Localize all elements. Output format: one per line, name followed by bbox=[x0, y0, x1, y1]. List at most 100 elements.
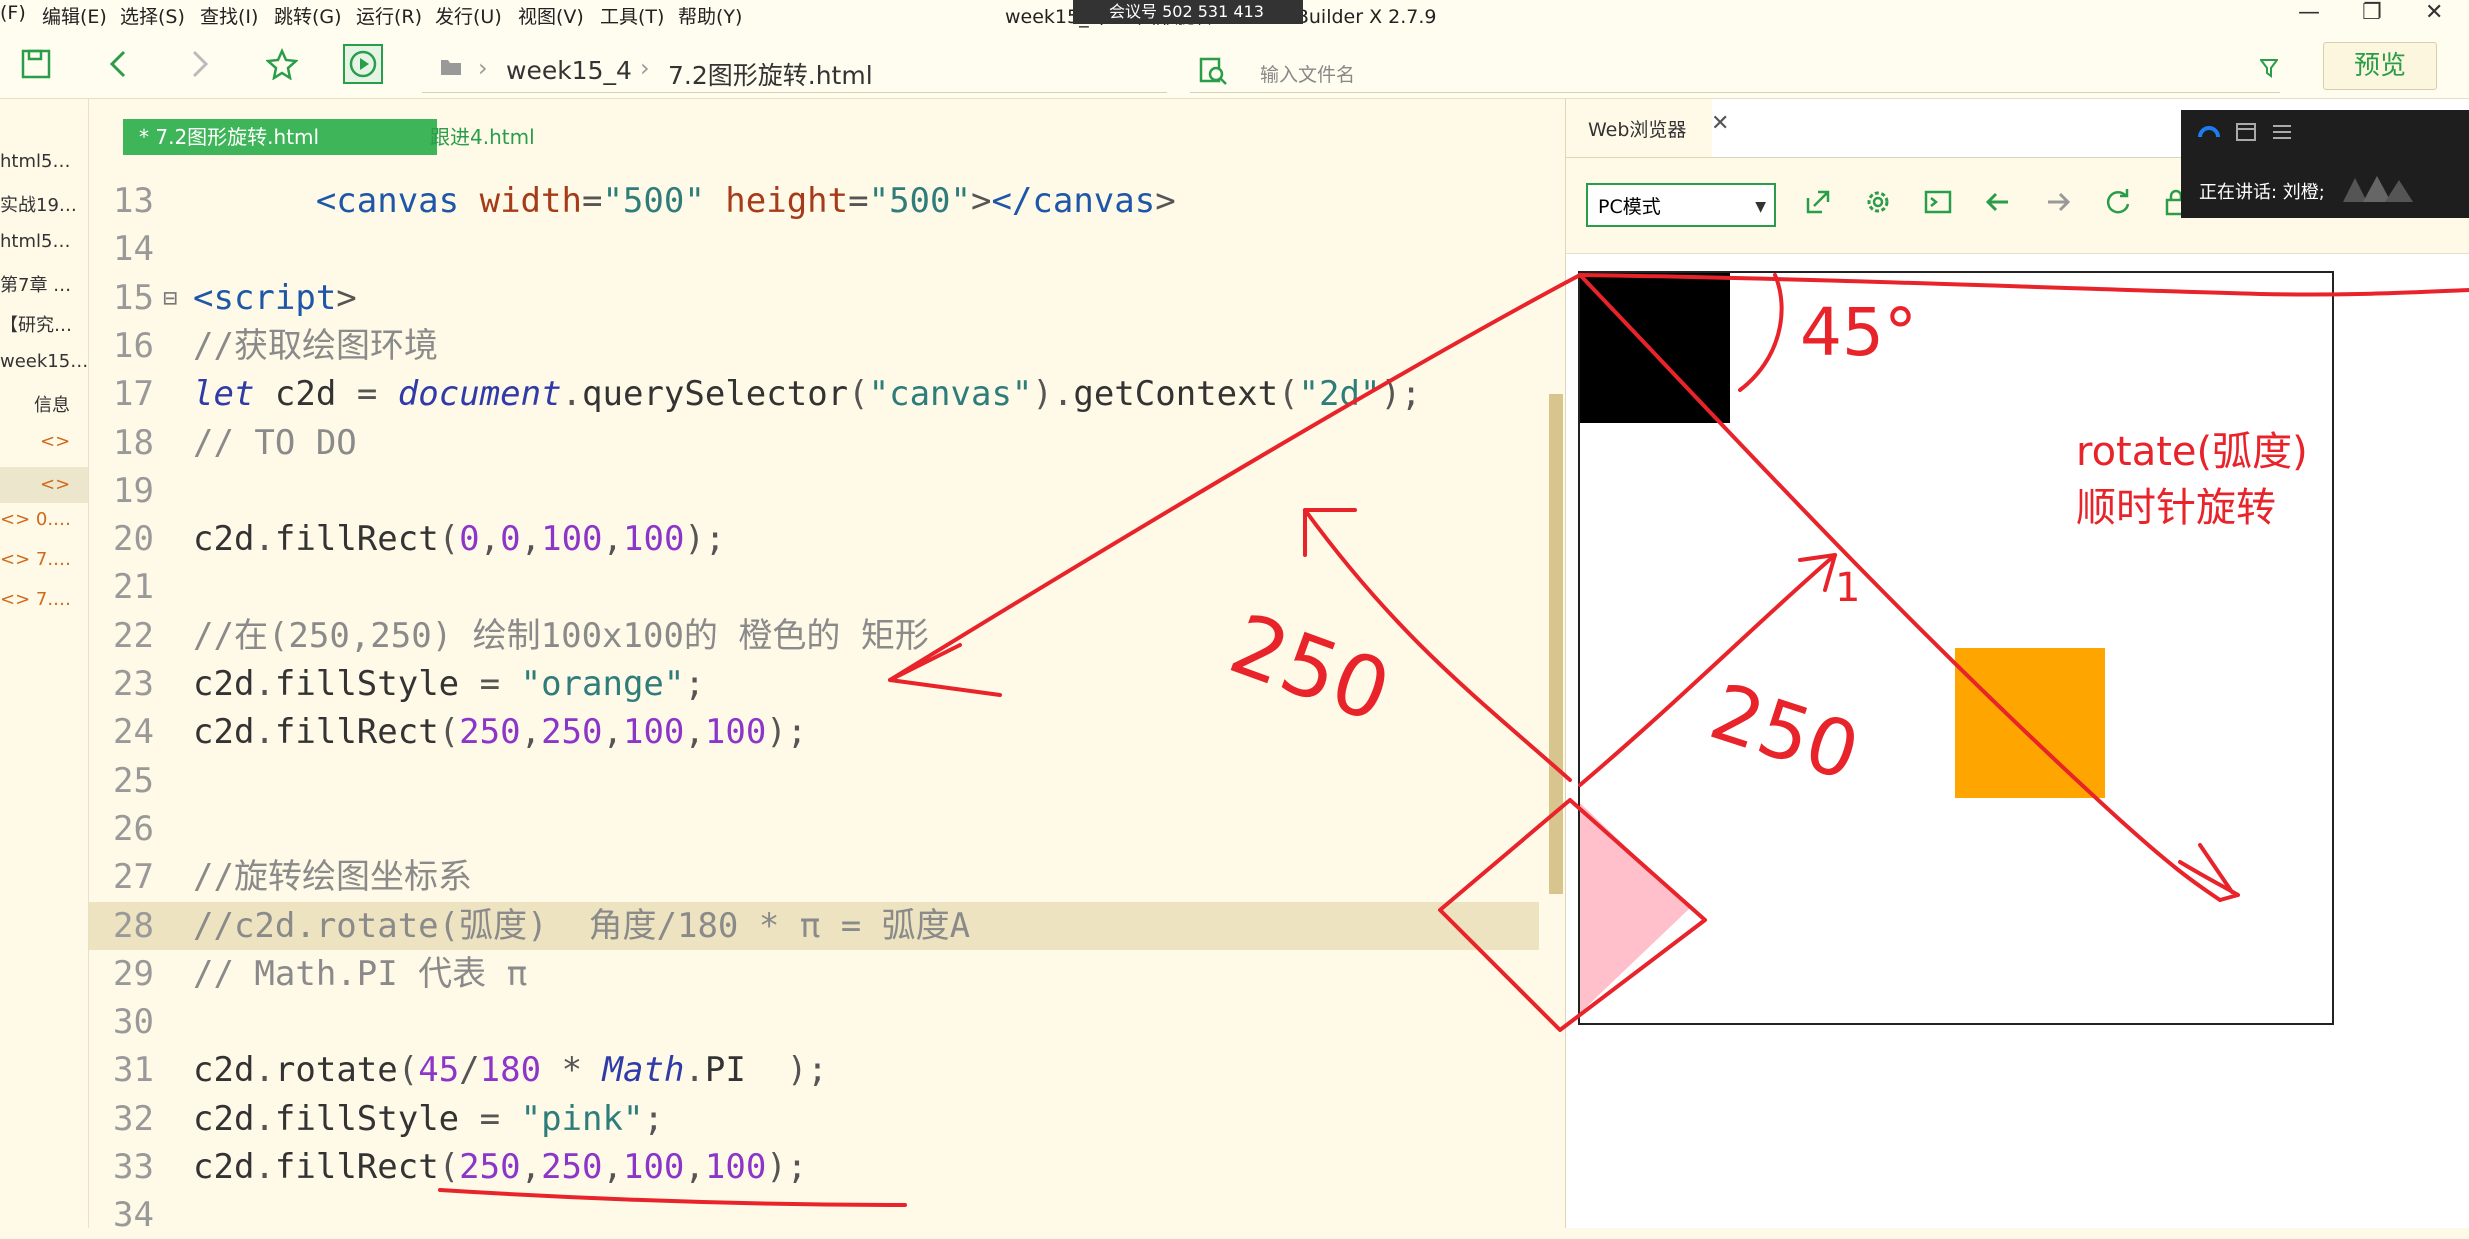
code-line[interactable]: 17 let c2d = document.querySelector("canv… bbox=[89, 370, 1539, 418]
line-number: 34 bbox=[113, 1195, 154, 1236]
tab-7-2-rotate[interactable]: * 7.2图形旋转.html bbox=[123, 119, 437, 155]
tree-item-selected[interactable]: <> bbox=[0, 467, 88, 503]
line-number: 19 bbox=[113, 470, 154, 511]
menu-help[interactable]: 帮助(Y) bbox=[678, 2, 742, 29]
code-line[interactable]: 32 c2d.fillStyle = "pink"; bbox=[89, 1095, 1539, 1143]
back-icon[interactable] bbox=[1984, 188, 2012, 221]
preview-button[interactable]: 预览 bbox=[2323, 42, 2437, 90]
menu-publish[interactable]: 发行(U) bbox=[435, 2, 502, 29]
pink-rect-clipped bbox=[1580, 803, 1690, 1013]
console-icon[interactable] bbox=[1924, 188, 1952, 221]
black-rect bbox=[1580, 273, 1730, 423]
code-line[interactable]: 14 bbox=[89, 225, 1539, 273]
line-number: 18 bbox=[113, 422, 154, 463]
code-line[interactable]: 34 bbox=[89, 1191, 1539, 1239]
code-line[interactable]: 15 ⊟ <script> bbox=[89, 274, 1539, 322]
window-icon[interactable] bbox=[2235, 122, 2257, 146]
code-line[interactable]: 29 // Math.PI 代表 π bbox=[89, 950, 1539, 998]
line-number: 32 bbox=[113, 1098, 154, 1139]
tree-item-file[interactable]: <> 7.… bbox=[0, 589, 71, 610]
tree-item[interactable]: 实战19… bbox=[0, 191, 77, 217]
menu-run[interactable]: 运行(R) bbox=[356, 2, 422, 29]
line-content: <script> bbox=[193, 277, 357, 318]
menu-view[interactable]: 视图(V) bbox=[518, 2, 584, 29]
search-input[interactable]: 输入文件名 bbox=[1260, 60, 1355, 87]
code-line[interactable]: 30 bbox=[89, 998, 1539, 1046]
forward-icon[interactable] bbox=[186, 48, 214, 86]
tree-item-folder[interactable]: 信息 bbox=[34, 391, 70, 417]
line-number: 21 bbox=[113, 567, 154, 608]
code-line[interactable]: 26 bbox=[89, 805, 1539, 853]
menu-tools[interactable]: 工具(T) bbox=[600, 2, 664, 29]
code-line[interactable]: 13 <canvas width="500" height="500"></ca… bbox=[89, 177, 1539, 225]
forward-icon[interactable] bbox=[2044, 188, 2072, 221]
chevron-down-icon: ▼ bbox=[1755, 199, 1766, 215]
code-line[interactable]: 19 bbox=[89, 467, 1539, 515]
line-content: c2d.rotate(45/180 * Math.PI ); bbox=[193, 1050, 828, 1091]
gear-icon[interactable] bbox=[1864, 188, 1892, 221]
tree-item-file[interactable]: <> 7.… bbox=[0, 549, 71, 570]
tree-item[interactable]: 第7章 … bbox=[0, 271, 71, 297]
annotation-note-rotate: rotate(弧度) bbox=[2076, 429, 2308, 475]
speaking-status: 正在讲话: 刘橙; bbox=[2199, 182, 2325, 203]
menu-edit[interactable]: 编辑(E) bbox=[42, 2, 107, 29]
menu-file[interactable]: (F) bbox=[0, 2, 26, 24]
breadcrumb-file[interactable]: 7.2图形旋转.html bbox=[668, 56, 873, 92]
menu-find[interactable]: 查找(I) bbox=[200, 2, 258, 29]
line-content: c2d.fillRect(0,0,100,100); bbox=[193, 519, 726, 560]
tab-follow-4[interactable]: 跟进4.html bbox=[414, 119, 551, 155]
menu-select[interactable]: 选择(S) bbox=[120, 2, 185, 29]
line-number: 27 bbox=[113, 857, 154, 898]
code-line[interactable]: 33 c2d.fillRect(250,250,100,100); bbox=[89, 1143, 1539, 1191]
code-line[interactable]: 16 //获取绘图环境 bbox=[89, 322, 1539, 370]
line-number: 29 bbox=[113, 953, 154, 994]
mode-select-value: PC模式 bbox=[1598, 196, 1661, 218]
tree-item[interactable]: html5… bbox=[0, 151, 70, 172]
editor-scrollbar[interactable] bbox=[1549, 394, 1563, 894]
tab-web-browser[interactable]: Web浏览器 ✕ bbox=[1566, 99, 1729, 159]
line-content: //c2d.rotate(弧度) 角度/180 * π = 弧度A bbox=[193, 905, 971, 946]
mode-select[interactable]: PC模式 ▼ bbox=[1586, 183, 1776, 227]
line-number: 15 bbox=[113, 277, 154, 318]
filter-icon[interactable] bbox=[2259, 58, 2279, 82]
minimize-button[interactable]: — bbox=[2298, 0, 2320, 25]
canvas-drawing bbox=[1580, 273, 2105, 1013]
fold-icon[interactable]: ⊟ bbox=[163, 274, 177, 322]
tree-item-file[interactable]: <> 0.… bbox=[0, 509, 71, 530]
line-content: c2d.fillRect(250,250,100,100); bbox=[193, 712, 808, 753]
open-external-icon[interactable] bbox=[1804, 188, 1832, 221]
close-tab-icon[interactable]: ✕ bbox=[1711, 111, 1729, 136]
refresh-icon[interactable] bbox=[2104, 188, 2132, 221]
code-line[interactable]: 31 c2d.rotate(45/180 * Math.PI ); bbox=[89, 1046, 1539, 1094]
code-line[interactable]: 20 c2d.fillRect(0,0,100,100); bbox=[89, 515, 1539, 563]
code-line[interactable]: 21 bbox=[89, 563, 1539, 611]
code-line[interactable]: 27 //旋转绘图坐标系 bbox=[89, 853, 1539, 901]
code-line[interactable]: 25 bbox=[89, 757, 1539, 805]
meeting-id-text: 会议号 502 531 413 bbox=[1109, 2, 1264, 21]
line-content: //旋转绘图坐标系 bbox=[193, 857, 472, 898]
line-content: let c2d = document.querySelector("canvas… bbox=[193, 374, 1422, 415]
tree-item-file[interactable]: <> bbox=[40, 431, 70, 452]
breadcrumb-project[interactable]: week15_4 bbox=[506, 56, 632, 85]
run-icon[interactable] bbox=[343, 44, 383, 90]
save-icon[interactable] bbox=[20, 48, 52, 86]
line-number: 24 bbox=[113, 712, 154, 753]
restore-button[interactable]: ❐ bbox=[2362, 0, 2382, 25]
close-button[interactable]: ✕ bbox=[2425, 0, 2443, 25]
code-line[interactable]: 28 //c2d.rotate(弧度) 角度/180 * π = 弧度A bbox=[89, 901, 1539, 950]
back-icon[interactable] bbox=[104, 48, 132, 86]
annotation-note-clockwise: 顺时针旋转 bbox=[2076, 485, 2276, 531]
line-content: c2d.fillStyle = "pink"; bbox=[193, 1098, 664, 1139]
line-number: 13 bbox=[113, 181, 154, 221]
tree-item[interactable]: 【研究… bbox=[0, 311, 72, 337]
meeting-status-icon bbox=[2197, 124, 2221, 143]
line-number: 16 bbox=[113, 325, 154, 366]
menu-icon[interactable] bbox=[2271, 122, 2293, 146]
file-search[interactable]: 输入文件名 bbox=[1190, 52, 2280, 93]
menu-goto[interactable]: 跳转(G) bbox=[274, 2, 342, 29]
tree-item[interactable]: week15… bbox=[0, 351, 88, 372]
code-line[interactable]: 18 // TO DO bbox=[89, 419, 1539, 467]
star-icon[interactable] bbox=[265, 47, 299, 86]
tree-item[interactable]: html5… bbox=[0, 231, 70, 252]
annotation-angle-text: 45° bbox=[1800, 294, 1917, 371]
